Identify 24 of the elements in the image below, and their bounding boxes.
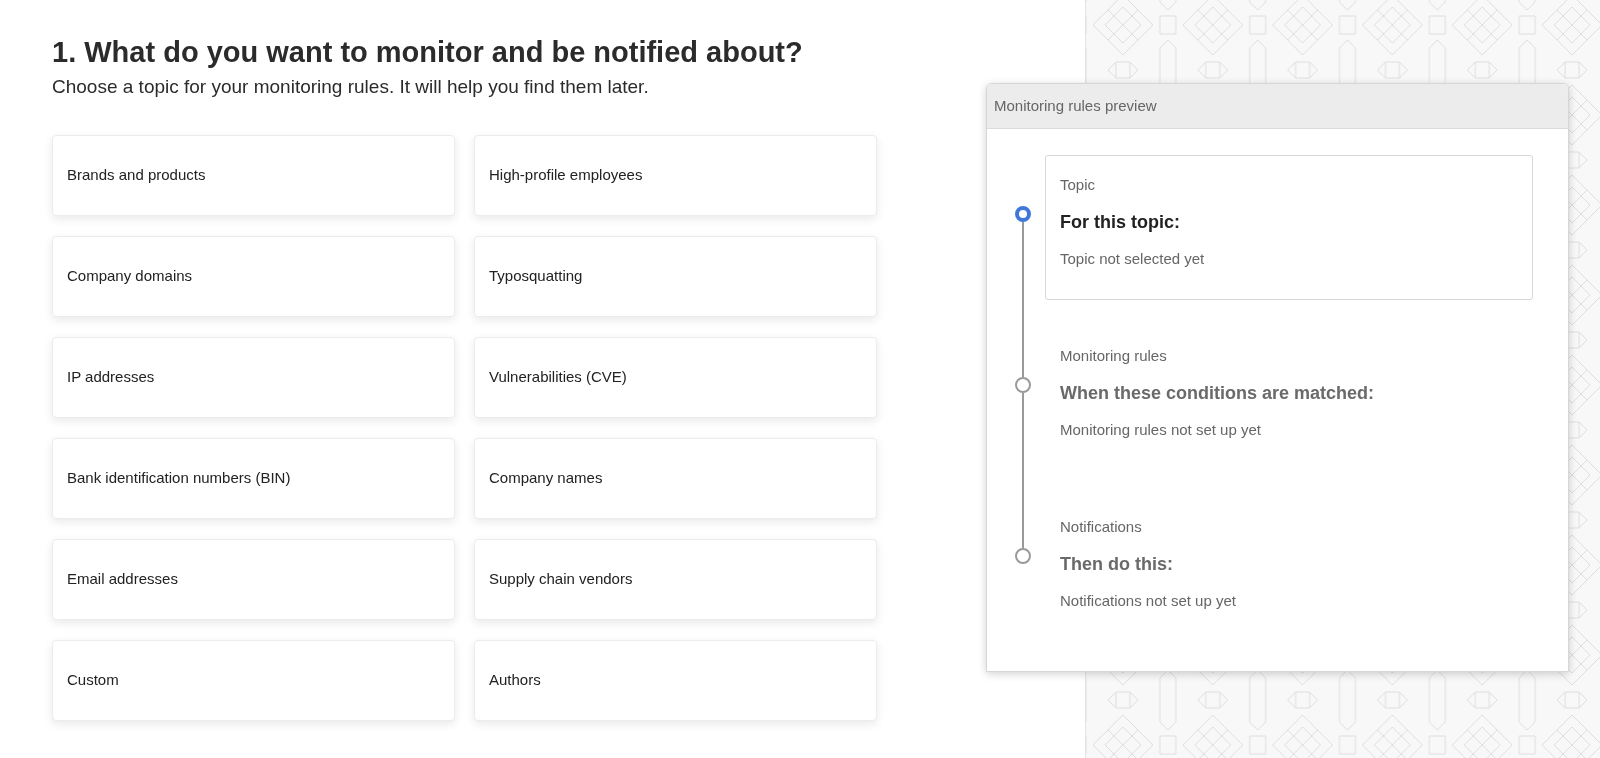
step-heading: When these conditions are matched: — [1060, 382, 1376, 405]
page-title: 1. What do you want to monitor and be notified about? — [52, 35, 804, 70]
topic-card[interactable]: IP addresses — [52, 337, 455, 418]
step-status: Topic not selected yet — [1060, 249, 1206, 269]
topic-card[interactable]: High-profile employees — [474, 135, 877, 216]
topic-card[interactable]: Custom — [52, 640, 455, 721]
step-status: Notifications not set up yet — [1060, 591, 1237, 611]
topic-card[interactable]: Typosquatting — [474, 236, 877, 317]
step-label: Topic — [1060, 175, 1097, 195]
step-heading: For this topic: — [1060, 211, 1181, 234]
topic-card[interactable]: Company domains — [52, 236, 455, 317]
step-status: Monitoring rules not set up yet — [1060, 420, 1262, 440]
topic-card[interactable]: Brands and products — [52, 135, 455, 216]
topic-card[interactable]: Vulnerabilities (CVE) — [474, 337, 877, 418]
topic-card[interactable]: Authors — [474, 640, 877, 721]
step-heading: Then do this: — [1060, 553, 1174, 576]
topic-card[interactable]: Company names — [474, 438, 877, 519]
panel-title: Monitoring rules preview — [994, 95, 1157, 116]
topic-card[interactable]: Supply chain vendors — [474, 539, 877, 620]
topic-card[interactable]: Email addresses — [52, 539, 455, 620]
step-label: Notifications — [1060, 517, 1143, 537]
step-label: Monitoring rules — [1060, 346, 1168, 366]
topic-card[interactable]: Bank identification numbers (BIN) — [52, 438, 455, 519]
page-subtitle: Choose a topic for your monitoring rules. It will help you find them later. — [52, 75, 650, 99]
